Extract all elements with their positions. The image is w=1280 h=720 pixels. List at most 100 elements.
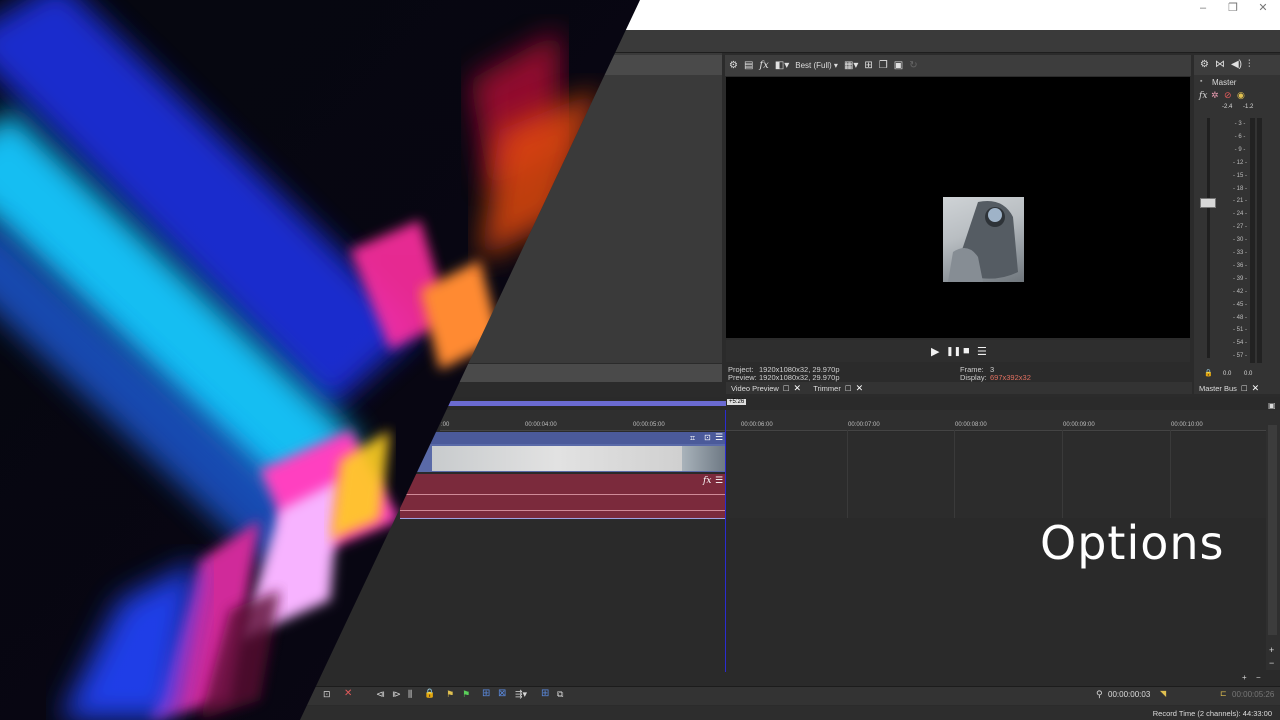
fx-icon[interactable]: fx: [1199, 91, 1207, 101]
automation-icon[interactable]: ✲: [1211, 90, 1219, 101]
downmix-icon[interactable]: ⋈: [1215, 60, 1225, 70]
scrollbar-thumb[interactable]: [1268, 425, 1277, 635]
mixer-icon[interactable]: ⫶: [1248, 60, 1251, 70]
ruler-tick-label: 00:00:06:00: [741, 422, 773, 428]
meter-scale-label: - 51 -: [1232, 327, 1247, 334]
grid-icon[interactable]: ▦▾: [844, 60, 858, 71]
meter-right: [1257, 118, 1262, 363]
gear-icon[interactable]: ⚙: [729, 60, 738, 71]
meter-scale-label: - 9 -: [1234, 146, 1246, 153]
master-icon: ▪: [1200, 78, 1203, 85]
preview-value: 1920x1080x32, 29.970p: [759, 373, 840, 382]
undock-icon[interactable]: ☐: [845, 384, 852, 393]
preview-toolbar: ⚙ ▤ fx ◧▾ Best (Full) ▾ ▦▾ ⊞ ❐ ▣ ↻: [725, 55, 1191, 76]
grid-line: [954, 430, 955, 518]
tab-label: Master Bus: [1199, 383, 1237, 393]
fx-icon[interactable]: fx: [759, 60, 768, 71]
master-tabbar: Master Bus ☐ ✕: [1194, 382, 1280, 394]
preview-device-icon[interactable]: ▤: [744, 60, 753, 71]
level-left: 0.0: [1223, 371, 1232, 377]
fader-track: [1207, 118, 1210, 358]
overlay-icon[interactable]: ⊞: [864, 60, 872, 71]
tab-video-preview[interactable]: Video Preview ☐ ✕: [726, 382, 806, 394]
playhead-cursor[interactable]: [725, 410, 726, 672]
track-options-icon[interactable]: ▣: [1268, 401, 1276, 410]
peak-right: -1.2: [1243, 104, 1254, 110]
preview-label: Preview:: [728, 373, 757, 382]
end-time: 00:00:05:26: [1232, 690, 1275, 699]
record-time: Record Time (2 channels): 44:33:00: [1152, 709, 1272, 718]
undock-icon[interactable]: ☐: [783, 384, 790, 393]
preview-info-panel: Project: 1920x1080x32, 29.970p Preview: …: [726, 363, 1190, 383]
meter-scale-label: - 33 -: [1232, 250, 1247, 256]
preview-video-frame: [943, 197, 1024, 282]
stop-icon[interactable]: ■: [963, 345, 970, 357]
meter-scale-label: - 24 -: [1232, 211, 1247, 218]
video-thumbnail: [682, 446, 725, 471]
master-fader-handle[interactable]: [1200, 198, 1216, 208]
meter-scale-label: - 54 -: [1232, 340, 1247, 347]
tab-master-bus[interactable]: Master Bus ☐ ✕: [1194, 382, 1264, 394]
menu-icon[interactable]: ☰: [715, 432, 723, 443]
meter-scale-label: - 48 -: [1232, 314, 1247, 321]
ruler-tick-label: 00:00:09:00: [1063, 422, 1095, 428]
minimize-button[interactable]: –: [1186, 0, 1220, 22]
lock-icon[interactable]: 🔒: [1204, 369, 1213, 377]
tab-trimmer[interactable]: Trimmer ☐ ✕: [808, 382, 868, 394]
ruler-tick-label: 00:00:08:00: [955, 422, 987, 428]
play-icon[interactable]: ▶: [931, 345, 939, 358]
horizontal-zoom-in-icon[interactable]: +: [1242, 673, 1247, 682]
close-window-button[interactable]: ✕: [1246, 0, 1280, 22]
preview-quality-value: Best (Full): [795, 61, 832, 70]
meter-scale-label: - 27 -: [1232, 224, 1247, 231]
level-right: 0.0: [1244, 371, 1253, 377]
master-title: Master: [1212, 78, 1237, 87]
speaker-icon[interactable]: ◀): [1231, 60, 1242, 70]
close-icon[interactable]: ✕: [794, 383, 802, 394]
close-icon[interactable]: ✕: [856, 383, 864, 394]
close-icon[interactable]: ✕: [1252, 383, 1260, 394]
meter-scale-label: - 42 -: [1232, 288, 1247, 295]
zoom-out-icon[interactable]: −: [1269, 658, 1274, 668]
region-length-icon: ⊏: [1220, 689, 1227, 698]
meter-scale-label: - 18 -: [1232, 185, 1247, 192]
meter-scale-label: - 3 -: [1234, 121, 1246, 127]
gear-icon[interactable]: ⚙: [1200, 60, 1209, 70]
grid-line: [847, 430, 848, 518]
maximize-button[interactable]: ❐: [1216, 0, 1250, 22]
split-screen-icon[interactable]: ◧▾: [775, 60, 789, 71]
ruler-tick-label: 00:00:07:00: [848, 422, 880, 428]
menu-icon[interactable]: ☰: [715, 475, 723, 486]
meter-scale-label: - 36 -: [1232, 262, 1247, 269]
undock-icon[interactable]: ☐: [1241, 384, 1248, 393]
pause-icon[interactable]: ❚❚: [946, 346, 961, 357]
meter-scale-label: - 12 -: [1232, 159, 1247, 166]
lock-icon[interactable]: ⊡: [704, 433, 711, 442]
solo-icon[interactable]: ◉: [1237, 90, 1245, 101]
menu-icon[interactable]: ☰: [977, 345, 987, 358]
save-icon[interactable]: ▣: [894, 60, 903, 71]
cursor-time: 00:00:00:03: [1108, 690, 1151, 699]
display-value: 697x392x32: [990, 373, 1031, 382]
crop-icon[interactable]: ⌗: [690, 433, 695, 444]
zoom-in-icon[interactable]: +: [1269, 645, 1274, 655]
cursor-position-label: +5:26: [727, 399, 747, 405]
display-label: Display:: [960, 373, 987, 382]
mute-icon[interactable]: ⊘: [1224, 90, 1232, 101]
tab-label: Trimmer: [813, 383, 841, 393]
empty-track-area[interactable]: [726, 432, 1266, 518]
cursor-marker-icon: ⚲: [1096, 689, 1103, 699]
copy-snapshot-icon[interactable]: ❐: [879, 60, 888, 71]
decorative-overlay-art: [0, 0, 640, 720]
fx-icon[interactable]: fx: [703, 476, 711, 486]
master-bus-toolbar: ⚙ ⋈ ◀) ⫶: [1194, 55, 1280, 75]
preview-tabbar: Video Preview ☐ ✕ Trimmer ☐ ✕: [726, 382, 1192, 394]
meter-scale-label: - 6 -: [1234, 133, 1246, 140]
refresh-icon[interactable]: ↻: [909, 60, 917, 71]
meter-scale-label: - 45 -: [1232, 301, 1247, 308]
horizontal-zoom-out-icon[interactable]: −: [1256, 673, 1261, 682]
meter-scale-label: - 30 -: [1232, 237, 1247, 244]
meter-scale-label: - 15 -: [1232, 172, 1247, 179]
preview-quality-select[interactable]: Best (Full) ▾: [795, 61, 838, 70]
grid-line: [1062, 430, 1063, 518]
